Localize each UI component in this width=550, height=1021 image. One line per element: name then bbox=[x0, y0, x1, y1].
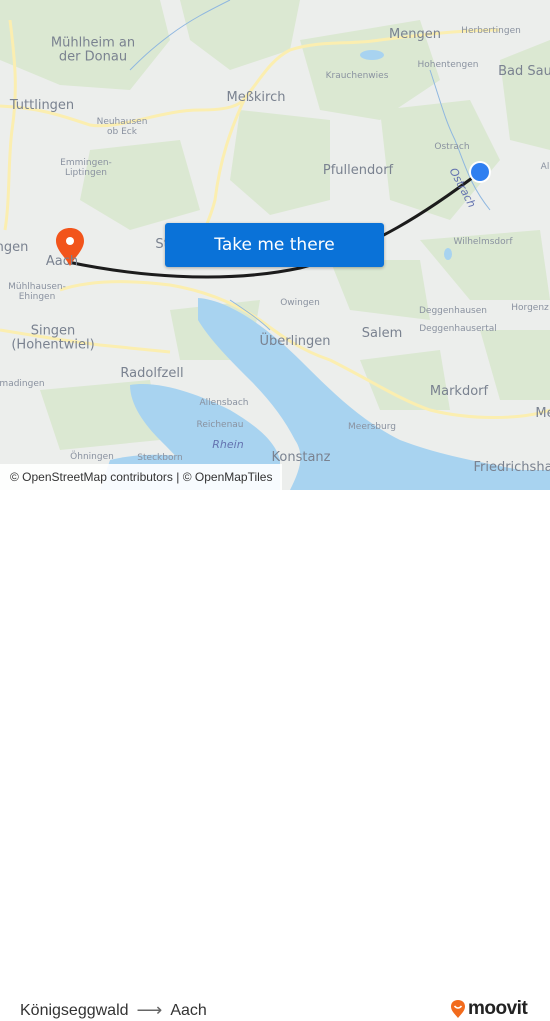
place-label: Hohentengen bbox=[417, 60, 479, 71]
place-label: Neuhausen ob Eck bbox=[96, 117, 148, 137]
footer: Königseggwald ⟶ Aach moovit bbox=[0, 490, 550, 1020]
destination-name: Aach bbox=[170, 1001, 207, 1019]
place-label: madingen bbox=[0, 379, 45, 390]
place-label: Deggenhausen bbox=[419, 306, 487, 317]
map-attribution[interactable]: © OpenStreetMap contributors | © OpenMap… bbox=[0, 464, 283, 490]
place-label: Mühlheim an der Donau bbox=[50, 35, 136, 65]
arrow-right-icon: ⟶ bbox=[136, 1000, 163, 1020]
place-label: Reichenau bbox=[196, 420, 244, 431]
take-me-there-button[interactable]: Take me there bbox=[165, 223, 384, 267]
place-label: Überlingen bbox=[259, 333, 331, 349]
place-label: Emmingen- Liptingen bbox=[60, 158, 112, 178]
moovit-wordmark: moovit bbox=[468, 998, 528, 1019]
place-label: Deggenhausertal bbox=[419, 324, 497, 335]
origin-name: Königseggwald bbox=[20, 1001, 129, 1019]
place-label: Singen (Hohentwiel) bbox=[11, 323, 95, 353]
place-label: Horgenz bbox=[511, 303, 549, 314]
place-label: Radolfzell bbox=[120, 365, 184, 381]
place-label: Owingen bbox=[280, 298, 320, 309]
place-label: Aach bbox=[45, 253, 79, 269]
moovit-pin-icon bbox=[451, 1000, 465, 1018]
place-label: Meersburg bbox=[348, 422, 396, 433]
place-label: Steckborn bbox=[137, 453, 183, 464]
place-label: ngen bbox=[0, 239, 29, 255]
moovit-logo: moovit bbox=[450, 998, 528, 1020]
place-label: Allensbach bbox=[199, 398, 249, 409]
place-label: Tuttlingen bbox=[9, 97, 75, 113]
place-label: Öhningen bbox=[70, 452, 114, 463]
place-label: Herbertingen bbox=[461, 26, 521, 37]
place-label: Mengen bbox=[389, 26, 441, 42]
place-label: Salem bbox=[361, 325, 403, 341]
place-label: Me bbox=[535, 405, 550, 421]
place-label: Krauchenwies bbox=[325, 71, 389, 82]
place-label: Pfullendorf bbox=[322, 162, 394, 178]
place-label: Wilhelmsdorf bbox=[453, 237, 513, 248]
place-label: Konstanz bbox=[271, 449, 331, 465]
place-label: Rhein bbox=[212, 437, 244, 451]
place-label: Al bbox=[540, 162, 550, 173]
place-label: Markdorf bbox=[429, 383, 489, 399]
place-label: Ostrach bbox=[434, 142, 470, 153]
place-label: Bad Sau bbox=[498, 63, 550, 79]
place-label: Friedrichsha bbox=[473, 459, 550, 475]
route-summary: Königseggwald ⟶ Aach bbox=[20, 1000, 207, 1021]
place-label: Meßkirch bbox=[226, 89, 286, 105]
origin-marker[interactable] bbox=[471, 163, 489, 181]
place-label: Mühlhausen- Ehingen bbox=[8, 282, 66, 302]
